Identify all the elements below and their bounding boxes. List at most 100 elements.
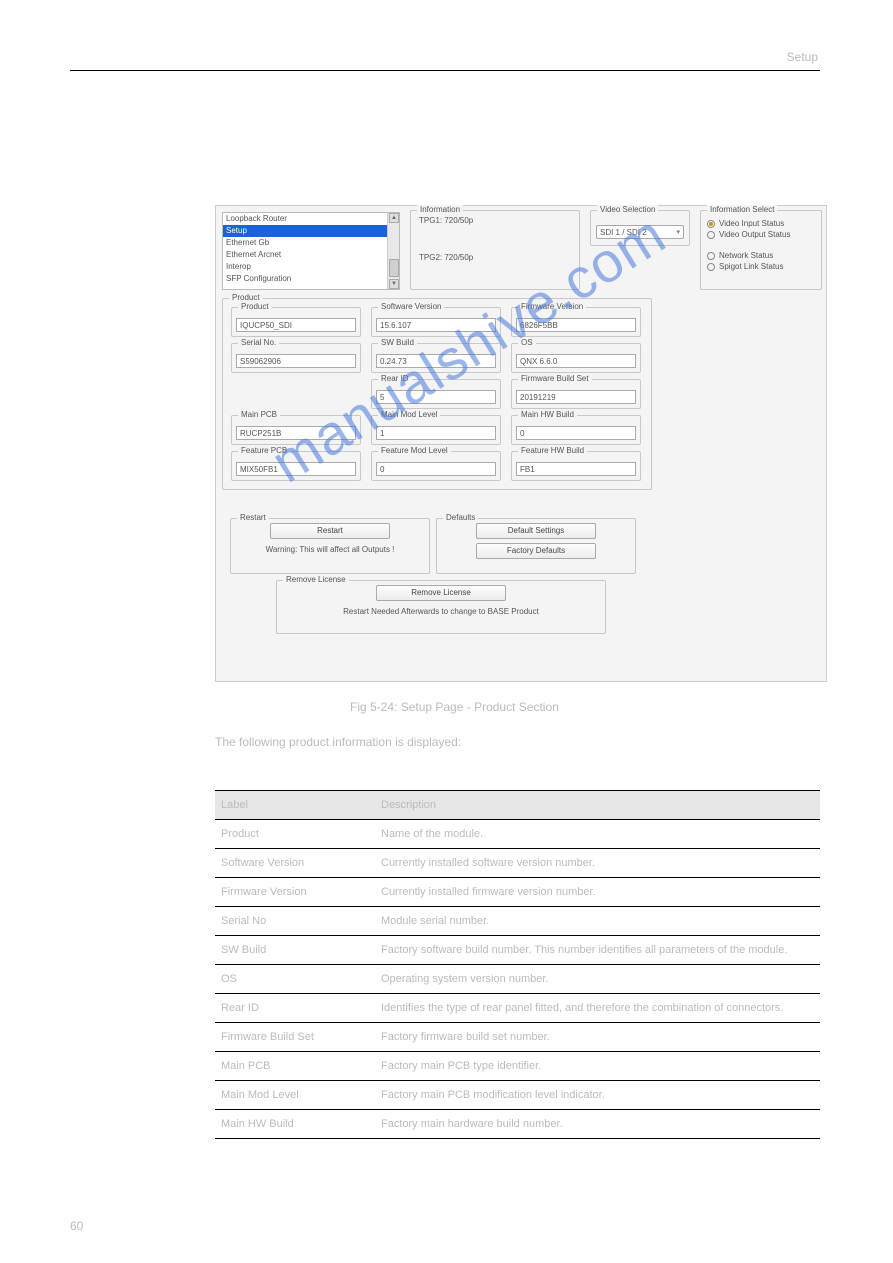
field-label: Product	[238, 302, 272, 311]
field-label: Firmware Version	[518, 302, 586, 311]
field-feature-mod: Feature Mod Level 0	[371, 451, 501, 481]
nav-item-sfp[interactable]: SFP Configuration	[223, 273, 399, 285]
field-value[interactable]: 0	[376, 462, 496, 476]
field-label: Main HW Build	[518, 410, 577, 419]
field-label: Main Mod Level	[378, 410, 440, 419]
restart-group: Restart Restart Warning: This will affec…	[230, 518, 430, 574]
video-selection-dropdown[interactable]: SDI 1 / SDI 2 ▾	[596, 225, 684, 239]
table-cell-label: Product	[215, 820, 375, 849]
table-row: ProductName of the module.	[215, 820, 820, 849]
table-cell-desc: Factory main PCB type identifier.	[375, 1052, 820, 1081]
table-cell-label: Serial No	[215, 907, 375, 936]
radio-spigot-link[interactable]: Spigot Link Status	[707, 262, 815, 271]
field-label: Rear ID	[378, 374, 412, 383]
radio-icon	[707, 231, 715, 239]
info-tpg2: TPG2: 720/50p	[411, 248, 579, 267]
table-header-desc: Description	[375, 791, 820, 820]
scroll-up-icon[interactable]: ▲	[389, 213, 399, 223]
radio-label: Network Status	[719, 251, 773, 260]
product-group: Product Product IQUCP50_SDI Software Ver…	[222, 298, 652, 490]
table-cell-label: Main HW Build	[215, 1110, 375, 1139]
field-value[interactable]: MIX50FB1	[236, 462, 356, 476]
nav-item-setup[interactable]: Setup	[223, 225, 399, 237]
video-selection-label: Video Selection	[597, 205, 658, 214]
information-select-label: Information Select	[707, 205, 777, 214]
field-rear-id: Rear ID 5	[371, 379, 501, 409]
page-title: Setup	[787, 50, 818, 64]
table-cell-desc: Currently installed firmware version num…	[375, 878, 820, 907]
nav-list[interactable]: Loopback Router Setup Ethernet Gb Ethern…	[222, 212, 400, 290]
radio-video-input[interactable]: Video Input Status	[707, 219, 815, 228]
information-group: Information TPG1: 720/50p TPG2: 720/50p	[410, 210, 580, 290]
restart-button[interactable]: Restart	[270, 523, 390, 539]
field-label: OS	[518, 338, 536, 347]
field-value[interactable]: QNX 6.6.0	[516, 354, 636, 368]
remove-license-group: Remove License Remove License Restart Ne…	[276, 580, 606, 634]
field-label: Software Version	[378, 302, 444, 311]
information-select-group: Information Select Video Input Status Vi…	[700, 210, 822, 290]
field-label: Feature PCB	[238, 446, 290, 455]
table-cell-label: SW Build	[215, 936, 375, 965]
field-main-pcb: Main PCB RUCP251B	[231, 415, 361, 445]
table-cell-label: OS	[215, 965, 375, 994]
remove-license-button[interactable]: Remove License	[376, 585, 506, 601]
restart-label: Restart	[237, 513, 269, 522]
radio-icon	[707, 263, 715, 271]
table-cell-desc: Operating system version number.	[375, 965, 820, 994]
table-row: Main PCBFactory main PCB type identifier…	[215, 1052, 820, 1081]
field-value[interactable]: 20191219	[516, 390, 636, 404]
page-number: 60	[70, 1219, 83, 1233]
table-cell-desc: Factory main hardware build number.	[375, 1110, 820, 1139]
nav-item-interop[interactable]: Interop	[223, 261, 399, 273]
table-row: Software VersionCurrently installed soft…	[215, 849, 820, 878]
video-selection-value: SDI 1 / SDI 2	[600, 228, 647, 237]
defaults-label: Defaults	[443, 513, 478, 522]
field-value[interactable]: FB1	[516, 462, 636, 476]
table-header-label: Label	[215, 791, 375, 820]
field-value[interactable]: 5	[376, 390, 496, 404]
default-settings-button[interactable]: Default Settings	[476, 523, 596, 539]
figure-caption: Fig 5-24: Setup Page - Product Section	[350, 700, 559, 714]
table-cell-label: Software Version	[215, 849, 375, 878]
scroll-thumb[interactable]	[389, 259, 399, 277]
radio-label: Video Input Status	[719, 219, 784, 228]
field-value[interactable]: S59062906	[236, 354, 356, 368]
table-header-row: Label Description	[215, 791, 820, 820]
field-serial: Serial No. S59062906	[231, 343, 361, 373]
radio-network-status[interactable]: Network Status	[707, 251, 815, 260]
table-cell-desc: Identifies the type of rear panel fitted…	[375, 994, 820, 1023]
table-row: Main HW BuildFactory main hardware build…	[215, 1110, 820, 1139]
table-cell-label: Rear ID	[215, 994, 375, 1023]
field-label: Feature Mod Level	[378, 446, 451, 455]
field-fw-build-set: Firmware Build Set 20191219	[511, 379, 641, 409]
field-value[interactable]: IQUCP50_SDI	[236, 318, 356, 332]
radio-video-output[interactable]: Video Output Status	[707, 230, 815, 239]
radio-icon	[707, 252, 715, 260]
field-label: Feature HW Build	[518, 446, 587, 455]
field-value[interactable]: RUCP251B	[236, 426, 356, 440]
table-cell-desc: Factory main PCB modification level indi…	[375, 1081, 820, 1110]
field-main-mod: Main Mod Level 1	[371, 415, 501, 445]
table-row: Firmware Build SetFactory firmware build…	[215, 1023, 820, 1052]
field-label: SW Build	[378, 338, 417, 347]
nav-item-ethernet-arcnet[interactable]: Ethernet Arcnet	[223, 249, 399, 261]
scroll-down-icon[interactable]: ▼	[389, 279, 399, 289]
factory-defaults-button[interactable]: Factory Defaults	[476, 543, 596, 559]
information-label: Information	[417, 205, 463, 214]
table-row: Main Mod LevelFactory main PCB modificat…	[215, 1081, 820, 1110]
nav-scrollbar[interactable]: ▲ ▼	[387, 213, 399, 289]
nav-item-ethernet-gb[interactable]: Ethernet Gb	[223, 237, 399, 249]
field-label: Main PCB	[238, 410, 280, 419]
field-os: OS QNX 6.6.0	[511, 343, 641, 373]
field-value[interactable]: 6826F5BB	[516, 318, 636, 332]
table-cell-desc: Name of the module.	[375, 820, 820, 849]
field-value[interactable]: 0	[516, 426, 636, 440]
field-value[interactable]: 15.6.107	[376, 318, 496, 332]
restart-warning: Warning: This will affect all Outputs !	[231, 545, 429, 554]
table-cell-label: Firmware Version	[215, 878, 375, 907]
remove-license-note: Restart Needed Afterwards to change to B…	[277, 607, 605, 616]
field-value[interactable]: 0.24.73	[376, 354, 496, 368]
nav-item-loopback[interactable]: Loopback Router	[223, 213, 399, 225]
field-value[interactable]: 1	[376, 426, 496, 440]
chevron-down-icon: ▾	[676, 228, 680, 236]
